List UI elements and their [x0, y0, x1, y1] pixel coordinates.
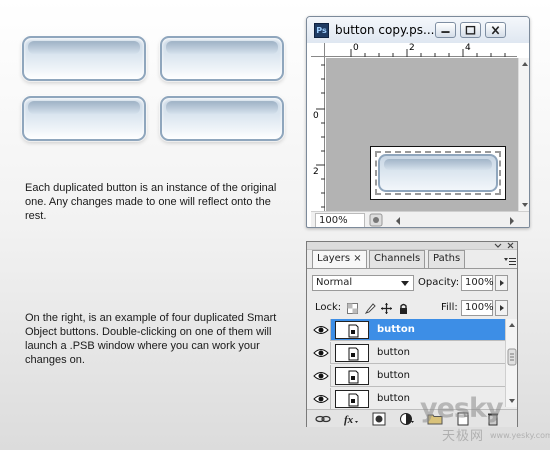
- panel-header-strip[interactable]: [307, 242, 517, 250]
- eye-icon: [313, 326, 329, 334]
- eye-icon: [313, 349, 329, 357]
- photoshop-icon: Ps: [314, 23, 329, 38]
- ruler-label: 4: [465, 43, 471, 53]
- close-icon: [491, 26, 500, 35]
- ruler-label: 2: [409, 43, 415, 53]
- mask-icon[interactable]: [371, 412, 387, 426]
- opacity-field[interactable]: 100%: [461, 275, 494, 291]
- link-icon[interactable]: [315, 412, 331, 426]
- window-titlebar[interactable]: Ps button copy.ps...: [307, 17, 529, 43]
- demo-button-bottom-right: [160, 96, 284, 141]
- svg-text:fx: fx: [344, 414, 354, 426]
- arrow-right-icon: [500, 280, 504, 286]
- psb-document-window[interactable]: Ps button copy.ps... 0 2 4 0 2 100%: [306, 16, 530, 228]
- arrow-right-icon: [500, 305, 504, 311]
- document-status-bar: 100%: [311, 211, 529, 228]
- smart-object-icon: [348, 347, 359, 361]
- fill-field[interactable]: 100%: [461, 300, 494, 316]
- fx-icon[interactable]: fx: [343, 412, 359, 426]
- ruler-ticks-left: [316, 64, 325, 208]
- smart-object-icon: [348, 324, 359, 338]
- watermark-logo: yesky: [420, 393, 504, 424]
- layer-row[interactable]: button: [311, 365, 505, 387]
- layer-name: button: [377, 393, 410, 404]
- smart-object-thumbnail[interactable]: [335, 390, 369, 408]
- canvas-button-graphic[interactable]: [378, 154, 498, 192]
- demo-button-top-right: [160, 36, 284, 81]
- site-watermark: yesky 天极网 www.yesky.com: [420, 393, 550, 444]
- zoom-field[interactable]: 100%: [315, 213, 365, 227]
- scroll-up-icon: [522, 62, 528, 66]
- vertical-ruler[interactable]: 0 2: [311, 57, 325, 217]
- smart-object-thumbnail[interactable]: [335, 344, 369, 362]
- eye-icon: [313, 372, 329, 380]
- ruler-label: 0: [313, 111, 319, 121]
- smart-object-icon: [348, 393, 359, 407]
- chevron-down-icon: [401, 281, 409, 286]
- layer-name: button: [377, 347, 410, 358]
- scroll-arrows: [522, 62, 528, 207]
- document-vertical-scrollbar[interactable]: [518, 58, 529, 211]
- lock-label: Lock:: [315, 302, 342, 313]
- visibility-toggle[interactable]: [311, 388, 331, 410]
- description-smart-objects: On the right, is an example of four dupl…: [25, 312, 277, 366]
- ruler-corner: [311, 43, 325, 57]
- opacity-slider-button[interactable]: [495, 275, 508, 291]
- scroll-left-icon[interactable]: [393, 214, 403, 228]
- scroll-up-icon: [509, 323, 515, 327]
- panel-close-icon[interactable]: [506, 242, 516, 250]
- lock-all-icon[interactable]: [398, 303, 409, 314]
- status-menu-icon[interactable]: [369, 213, 383, 227]
- demo-button-top-left: [22, 36, 146, 81]
- tab-paths[interactable]: Paths: [428, 250, 466, 268]
- lock-position-icon[interactable]: [381, 303, 392, 314]
- tab-divider: [307, 268, 517, 269]
- visibility-toggle[interactable]: [311, 365, 331, 387]
- blend-mode-select[interactable]: Normal: [312, 275, 414, 291]
- scroll-down-icon: [522, 203, 528, 207]
- panel-menu-icon[interactable]: [503, 256, 517, 268]
- window-title: button copy.ps...: [335, 23, 435, 37]
- lock-transparent-icon[interactable]: [347, 303, 358, 314]
- ruler-label: 0: [353, 43, 359, 53]
- visibility-toggle[interactable]: [311, 319, 331, 341]
- canvas-document[interactable]: [370, 146, 506, 200]
- smart-object-icon: [348, 370, 359, 384]
- tab-layers[interactable]: Layers ×: [312, 250, 367, 268]
- opacity-label: Opacity:: [418, 277, 460, 288]
- watermark-subtitle: 天极网: [442, 429, 485, 444]
- lock-pixels-icon[interactable]: [365, 303, 376, 314]
- smart-object-thumbnail[interactable]: [335, 321, 369, 339]
- blend-mode-value: Normal: [316, 277, 353, 288]
- horizontal-ruler[interactable]: 0 2 4: [325, 43, 517, 57]
- document-canvas[interactable]: [326, 58, 518, 211]
- minimize-button[interactable]: [435, 22, 456, 38]
- minimize-icon: [441, 31, 450, 33]
- close-button[interactable]: [485, 22, 506, 38]
- ruler-label: 2: [313, 167, 319, 177]
- scroll-right-icon[interactable]: [507, 214, 517, 228]
- adjustment-icon[interactable]: [399, 412, 415, 426]
- tab-channels[interactable]: Channels: [369, 250, 426, 268]
- layer-name: button: [377, 324, 415, 335]
- visibility-toggle[interactable]: [311, 342, 331, 364]
- demo-button-bottom-left: [22, 96, 146, 141]
- watermark-url: www.yesky.com: [490, 431, 550, 440]
- layer-row[interactable]: button: [311, 342, 505, 364]
- layer-row[interactable]: button: [311, 319, 505, 341]
- collapse-icon[interactable]: [493, 242, 503, 250]
- fill-slider-button[interactable]: [495, 300, 508, 316]
- eye-icon: [313, 395, 329, 403]
- smart-object-thumbnail[interactable]: [335, 367, 369, 385]
- fill-label: Fill:: [441, 302, 458, 313]
- restore-button[interactable]: [460, 22, 481, 38]
- description-instances: Each duplicated button is an instance of…: [25, 182, 277, 222]
- layer-name: button: [377, 370, 410, 381]
- restore-icon: [465, 25, 476, 35]
